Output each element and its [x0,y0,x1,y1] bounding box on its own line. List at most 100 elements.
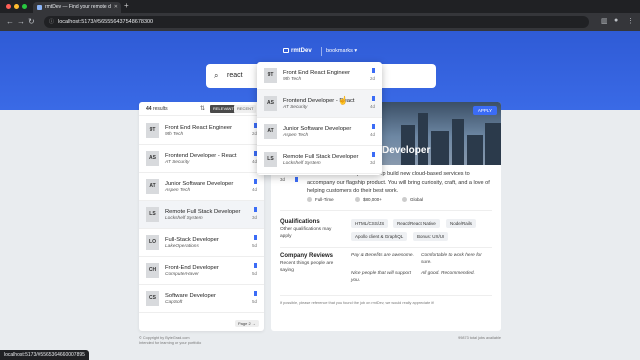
job-title: Full-Stack Developer [165,237,219,243]
qualification-tag: Bonus: UX/UI [413,232,449,241]
job-age: 2d [369,76,375,81]
job-list-item[interactable]: 9T Front End React Engineer 9th Tech 2d [139,117,264,145]
bookmark-icon[interactable] [254,207,257,213]
clock-icon [307,197,312,202]
job-title: Software Developer [165,293,216,299]
browser-tab[interactable]: rmtDev — Find your remote d ✕ [33,2,121,13]
browser-toolbar: ← → ↻ ⓘ localhost:5173/#5655564375486783… [0,13,640,31]
bookmark-icon[interactable] [254,179,257,185]
qualifications-title: Qualifications [280,219,320,225]
location-chip: Global [402,197,423,202]
sort-relevant-button[interactable]: RELEVANT [210,105,237,113]
favicon-icon [37,5,42,10]
bookmark-list-item-hover[interactable]: AS Frontend Developer - React AT Securit… [257,90,382,118]
company-badge: CS [146,291,159,306]
next-page-button[interactable]: Page 2 → [235,320,259,327]
new-tab-icon[interactable]: + [124,1,129,10]
minimize-window-dot[interactable] [14,4,19,9]
company-name: Aspen Tech [283,133,309,138]
bookmark-icon[interactable] [372,68,375,74]
job-title: Front End React Engineer [283,70,351,76]
section-divider [280,295,492,296]
company-badge: LS [146,207,159,222]
company-name: ComputerHaver [165,272,199,277]
close-window-dot[interactable] [6,4,11,9]
review-text: Pay & Benefits are awesome. [351,253,414,258]
section-divider [280,247,492,248]
bookmark-list-item[interactable]: AT Junior Software Developer Aspen Tech … [257,118,382,146]
site-info-icon[interactable]: ⓘ [49,16,54,28]
bookmark-icon[interactable] [254,291,257,297]
bookmark-icon[interactable] [295,177,298,182]
job-list-item[interactable]: AT Junior Software Developer Aspen Tech … [139,173,264,201]
job-list-item[interactable]: CS Software Developer CapSoft 5d [139,285,264,313]
job-age: 5d [251,299,257,304]
job-list-item[interactable]: LO Full-Stack Developer LakeOperations 5… [139,229,264,257]
profile-icon[interactable]: ● [614,17,618,24]
bookmark-icon[interactable] [254,263,257,269]
section-divider [280,210,492,211]
company-badge: LS [264,152,277,167]
job-title: Front-End Developer [165,265,219,271]
job-type-chip: Full-Time [307,197,334,202]
company-name: AT Security [283,105,308,110]
browser-tab-strip: rmtDev — Find your remote d ✕ + [0,0,640,13]
sidebar-toggle-icon[interactable]: ▥ [601,17,608,25]
job-title: Front End React Engineer [165,125,233,131]
reload-icon[interactable]: ↻ [28,17,35,26]
job-title: Frontend Developer - React [165,153,237,159]
sort-recent-button[interactable]: RECENT [234,105,257,113]
job-age: 3d [369,160,375,165]
company-badge: 9T [146,123,159,138]
job-age: 5d [251,243,257,248]
company-badge: LO [146,235,159,250]
job-title: Remote Full Stack Developer [283,154,359,160]
job-list-item[interactable]: AS Frontend Developer - React AT Securit… [139,145,264,173]
mouse-cursor-icon: ☝ [338,96,348,105]
bookmark-icon[interactable] [372,96,375,102]
bookmark-list-item[interactable]: LS Remote Full Stack Developer Lockshelf… [257,146,382,174]
company-name: LakeOperations [165,244,199,249]
job-age: 4d [369,132,375,137]
qualification-tag: HTML/CSS/JS [351,219,389,228]
sort-icon: ⇅ [200,106,206,112]
company-name: CapSoft [165,300,183,305]
maximize-window-dot[interactable] [22,4,27,9]
company-badge: AS [146,151,159,166]
company-badge: AS [264,96,277,111]
review-text: Comfortable to work here for sure. [421,253,482,265]
company-reviews-subtitle: Recent things people are saying [280,261,334,273]
close-tab-icon[interactable]: ✕ [114,2,118,13]
company-name: Lockshelf System [165,216,203,221]
apply-button[interactable]: APPLY [472,106,497,115]
company-badge: AT [146,179,159,194]
logo[interactable]: rmtDev [283,48,312,54]
footer-copyright: © Copyright by ByteGrad.com Intended for… [139,336,202,345]
company-name: AT Security [165,160,190,165]
bookmark-icon[interactable] [254,235,257,241]
bookmark-icon[interactable] [372,124,375,130]
job-age: 3d [251,215,257,220]
job-age: 5d [251,271,257,276]
company-name: Lockshelf System [283,161,321,166]
company-reviews-title: Company Reviews [280,253,334,259]
job-title: Remote Full Stack Developer [165,209,241,215]
company-name: 9th Tech [283,77,302,82]
forward-icon[interactable]: → [17,17,25,26]
job-list-item[interactable]: CH Front-End Developer ComputerHaver 5d [139,257,264,285]
job-title: Junior Software Developer [165,181,234,187]
company-badge: 9T [264,68,277,83]
money-icon [355,197,360,202]
menu-icon[interactable]: ⋮ [627,17,634,25]
back-icon[interactable]: ← [6,17,14,26]
job-age: 4d [369,104,375,109]
bookmark-icon[interactable] [372,152,375,158]
bookmark-list-item[interactable]: 9T Front End React Engineer 9th Tech 2d [257,62,382,90]
bookmarks-button[interactable]: bookmarks ▾ [326,48,357,54]
results-header: 44 results ⇅ RELEVANT RECENT [139,102,264,116]
search-icon: ⌕ [214,71,219,80]
review-text: Nice people that will support you. [351,271,411,283]
job-list-item-active[interactable]: LS Remote Full Stack Developer Lockshelf… [139,201,264,229]
salary-chip: $80,000+ [355,197,382,202]
address-bar[interactable]: ⓘ localhost:5173/#565556437548678300 [44,16,589,28]
